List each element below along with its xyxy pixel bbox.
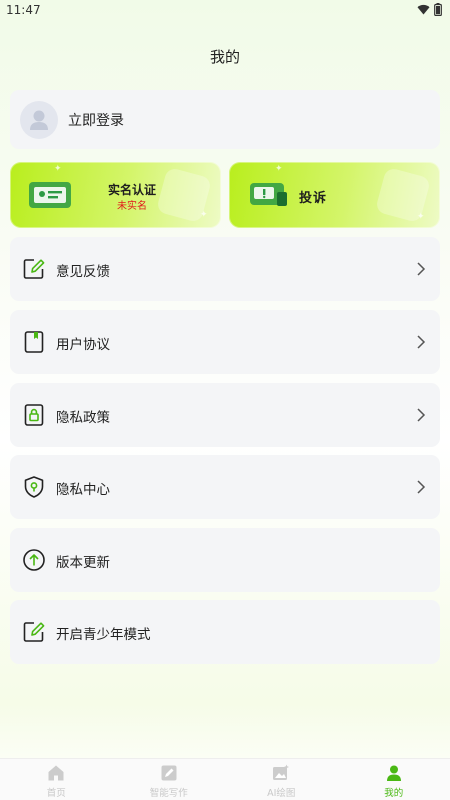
complaint-icon — [250, 183, 287, 206]
complaint-title: 投诉 — [299, 191, 328, 206]
status-time: 11:47 — [6, 3, 41, 17]
sparkle-icon: ✦ — [54, 164, 62, 174]
menu-label: 用户协议 — [56, 337, 110, 353]
status-bar: 11:47 — [0, 0, 450, 22]
battery-icon — [434, 3, 442, 16]
tab-label: AI绘图 — [267, 788, 296, 799]
page-title: 我的 — [209, 48, 240, 66]
menu-label: 开启青少年模式 — [56, 627, 151, 643]
status-icons — [417, 3, 442, 16]
menu-label: 版本更新 — [56, 555, 110, 571]
home-icon — [48, 765, 64, 781]
bookmark-doc-icon — [24, 331, 44, 353]
tab-ai-drawing[interactable]: AI绘图 — [225, 759, 338, 800]
complaint-card[interactable]: ✦ ✦ 投诉 — [229, 162, 440, 228]
verify-status: 未实名 — [117, 201, 147, 212]
chevron-right-icon — [417, 480, 426, 494]
upload-circle-icon — [23, 549, 45, 571]
write-icon — [161, 765, 177, 781]
menu-item-feedback[interactable]: 意见反馈 — [10, 237, 440, 301]
menu-item-privacy-center[interactable]: 隐私中心 — [10, 455, 440, 519]
menu-label: 意见反馈 — [56, 264, 110, 280]
menu-item-privacy-policy[interactable]: 隐私政策 — [10, 383, 440, 447]
user-icon — [386, 765, 401, 781]
login-button-label: 立即登录 — [68, 113, 124, 129]
tab-smart-writing[interactable]: 智能写作 — [113, 759, 226, 800]
tab-home[interactable]: 首页 — [0, 759, 113, 800]
login-card[interactable]: 立即登录 — [10, 90, 440, 149]
wifi-icon — [417, 4, 430, 15]
sparkle-icon: ✦ — [275, 164, 283, 174]
verify-title: 实名认证 — [108, 183, 157, 197]
shield-icon — [24, 476, 44, 498]
menu-item-teen-mode[interactable]: 开启青少年模式 — [10, 600, 440, 664]
lock-doc-icon — [24, 404, 44, 426]
tab-label: 智能写作 — [149, 788, 188, 799]
chevron-right-icon — [417, 335, 426, 349]
bottom-tab-bar: 首页 智能写作 AI绘图 我的 — [0, 758, 450, 800]
edit-icon — [23, 259, 45, 279]
default-avatar-icon — [30, 110, 48, 130]
tab-mine[interactable]: 我的 — [338, 759, 450, 800]
menu-label: 隐私政策 — [56, 410, 110, 426]
edit-icon — [23, 622, 45, 642]
chevron-right-icon — [417, 408, 426, 422]
menu-label: 隐私中心 — [56, 482, 110, 498]
tab-label: 我的 — [384, 788, 404, 799]
chevron-right-icon — [417, 262, 426, 276]
menu-item-user-agreement[interactable]: 用户协议 — [10, 310, 440, 374]
real-name-verify-card[interactable]: ✦ ✦ 实名认证 未实名 — [10, 162, 221, 228]
menu-item-version-update[interactable]: 版本更新 — [10, 528, 440, 592]
image-icon — [273, 764, 290, 780]
avatar — [20, 101, 58, 139]
tab-label: 首页 — [46, 788, 66, 799]
id-card-icon — [29, 182, 71, 208]
